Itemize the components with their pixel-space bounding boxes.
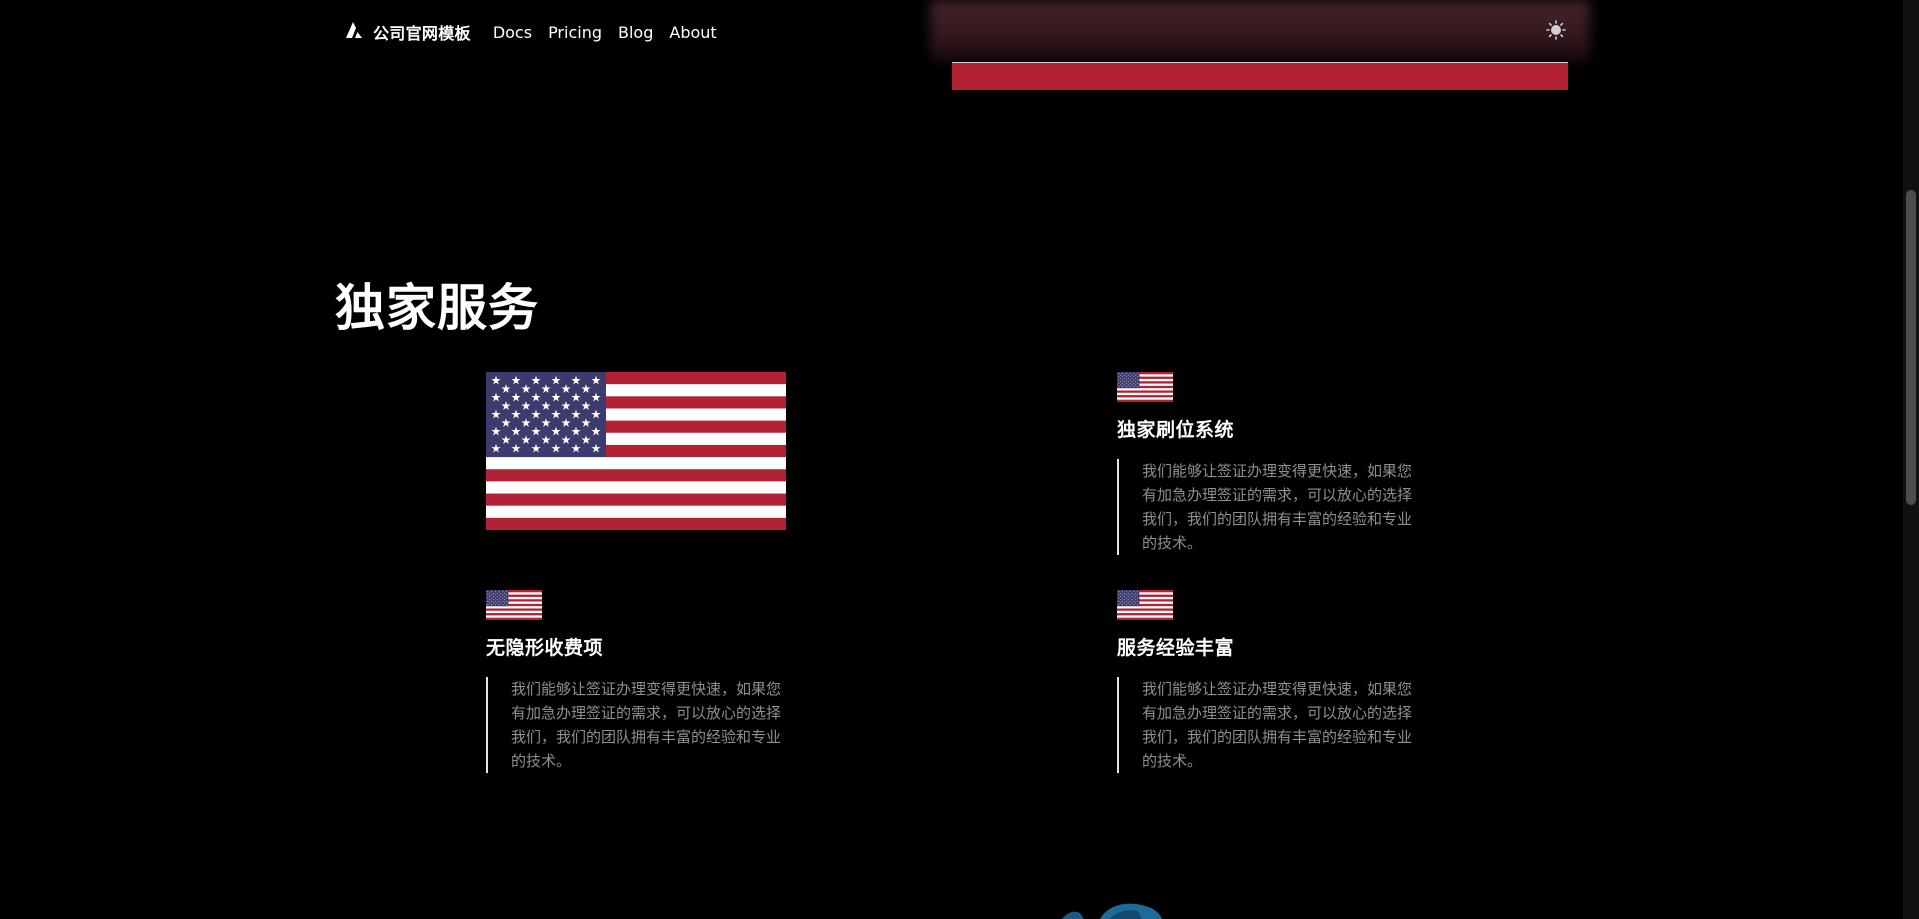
feature-description: 我们能够让签证办理变得更快速，如果您有加急办理签证的需求，可以放心的选择我们，我…	[1117, 677, 1417, 773]
feature-title: 服务经验丰富	[1117, 637, 1235, 659]
feature-title: 无隐形收费项	[486, 637, 604, 659]
page: 公司官网模板 Docs Pricing Blog About 独家服务 独家刷位…	[0, 0, 1919, 919]
nav-bar: 公司官网模板 Docs Pricing Blog About	[343, 18, 733, 46]
hero-banner-stripe	[952, 62, 1568, 90]
triangle-logo-icon	[343, 19, 365, 45]
brand-logo[interactable]: 公司官网模板	[343, 19, 471, 45]
page-scrollbar[interactable]	[1903, 0, 1919, 919]
feature-title: 独家刷位系统	[1117, 419, 1235, 441]
sun-icon	[1546, 20, 1566, 44]
feature-description: 我们能够让签证办理变得更快速，如果您有加急办理签证的需求，可以放心的选择我们，我…	[1117, 459, 1417, 555]
feature-card: 服务经验丰富 我们能够让签证办理变得更快速，如果您有加急办理签证的需求，可以放心…	[1117, 590, 1417, 773]
feature-card: 独家刷位系统 我们能够让签证办理变得更快速，如果您有加急办理签证的需求，可以放心…	[1117, 372, 1417, 555]
world-map-image	[1050, 898, 1250, 919]
feature-description: 我们能够让签证办理变得更快速，如果您有加急办理签证的需求，可以放心的选择我们，我…	[486, 677, 786, 773]
us-flag-icon	[1117, 372, 1417, 402]
feature-card: 无隐形收费项 我们能够让签证办理变得更快速，如果您有加急办理签证的需求，可以放心…	[486, 590, 786, 773]
us-flag-icon	[1117, 590, 1417, 620]
nav-link-docs[interactable]: Docs	[493, 23, 532, 42]
nav-link-pricing[interactable]: Pricing	[548, 23, 602, 42]
us-flag-icon	[486, 372, 786, 530]
section-title: 独家服务	[335, 279, 539, 337]
nav-link-about[interactable]: About	[669, 23, 716, 42]
nav-link-blog[interactable]: Blog	[618, 23, 653, 42]
scrollbar-thumb[interactable]	[1906, 190, 1916, 505]
brand-name: 公司官网模板	[373, 24, 471, 43]
us-flag-icon	[486, 590, 786, 620]
top-nav: 公司官网模板 Docs Pricing Blog About	[0, 0, 1903, 64]
theme-toggle-button[interactable]	[1545, 20, 1567, 44]
